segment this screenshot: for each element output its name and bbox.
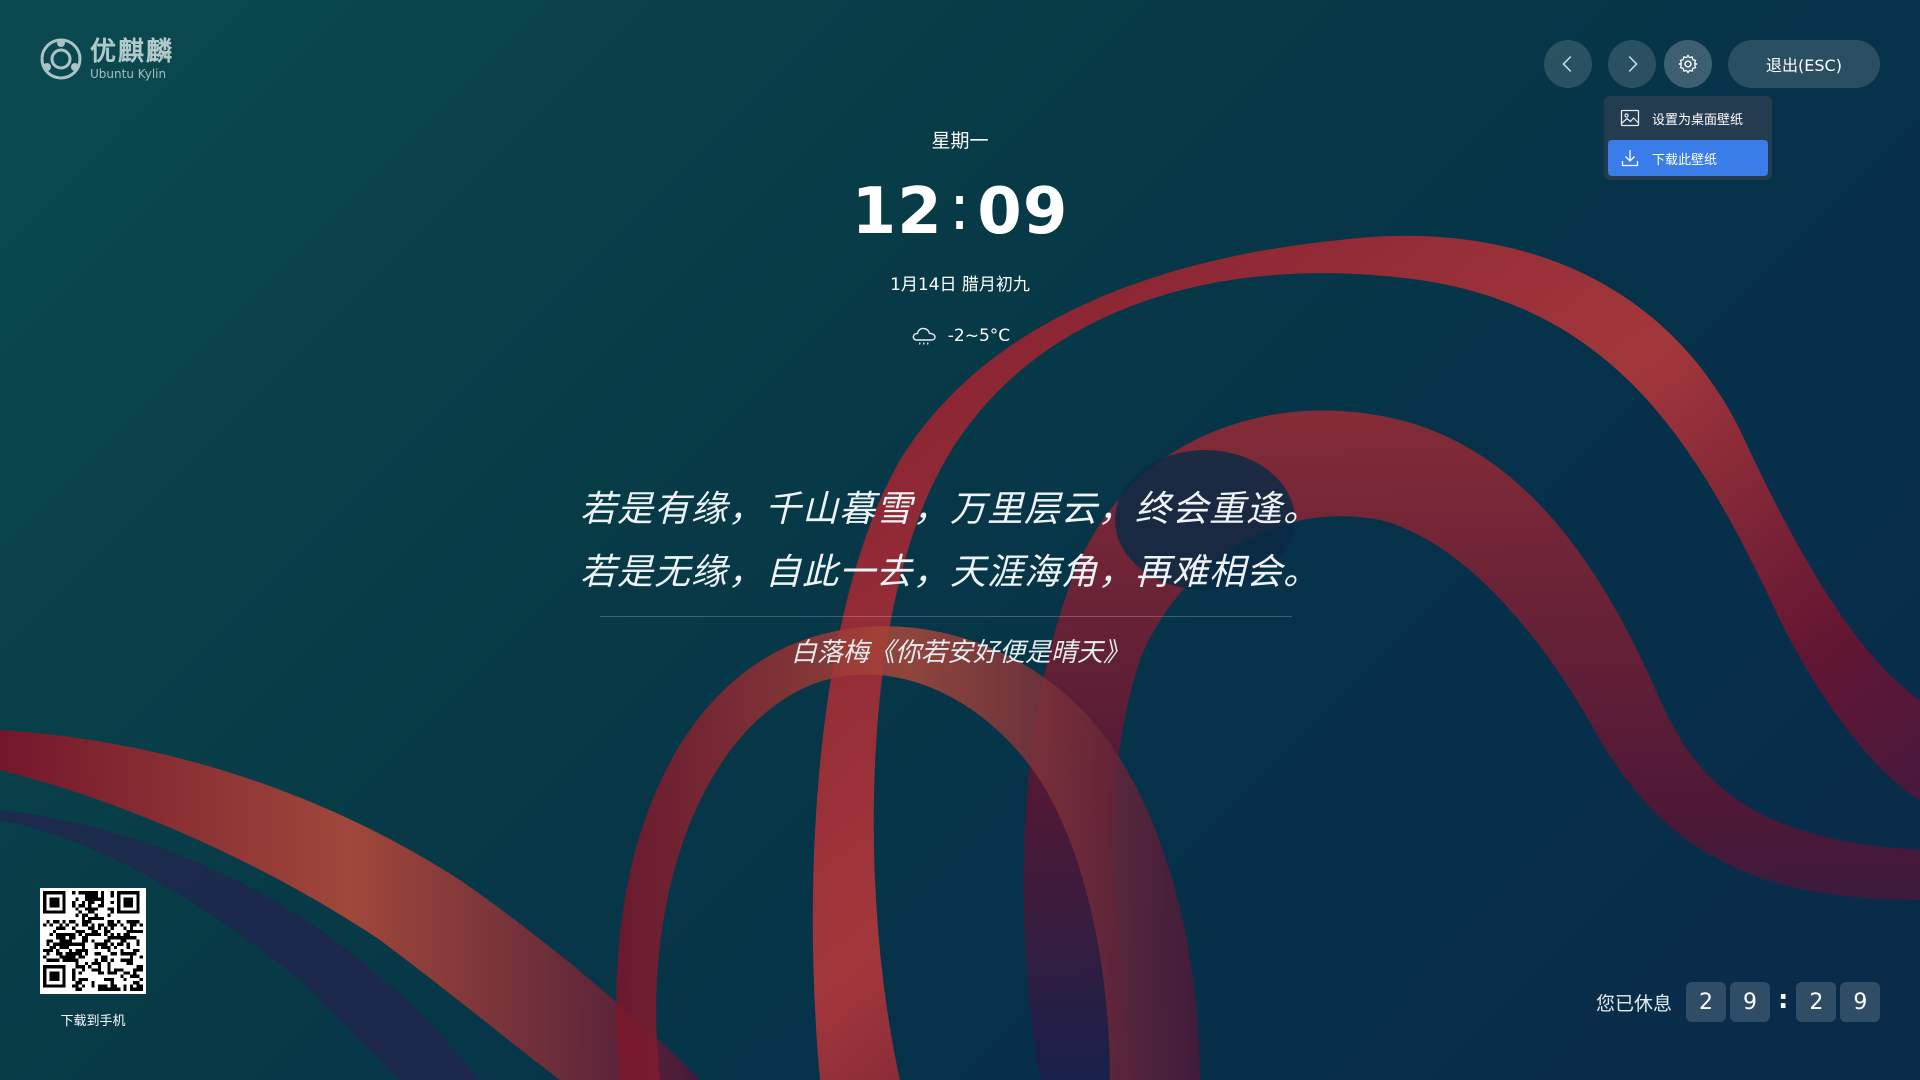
qr-code <box>40 888 146 994</box>
settings-button[interactable] <box>1664 40 1712 88</box>
chevron-right-icon <box>1628 56 1638 72</box>
ubuntu-kylin-logo: 优麒麟 Ubuntu Kylin <box>40 38 174 80</box>
next-wallpaper-button[interactable] <box>1608 40 1656 88</box>
logo-name-cn: 优麒麟 <box>90 36 175 67</box>
chevron-left-icon <box>1562 56 1572 72</box>
rest-timer-separator: : <box>1778 985 1789 1015</box>
qr-download: 下载到手机 <box>40 888 146 1029</box>
rest-digit: 2 <box>1796 982 1837 1022</box>
cloud-icon <box>912 327 936 345</box>
qr-label: 下载到手机 <box>60 1014 126 1029</box>
quote-line-2: 若是无缘，自此一去，天涯海角，再难相会。 <box>579 552 1320 593</box>
menu-item-label: 设置为桌面壁纸 <box>1652 112 1744 128</box>
rest-digit: 9 <box>1840 982 1881 1022</box>
gear-icon <box>1678 54 1698 74</box>
exit-button[interactable]: 退出(ESC) <box>1728 40 1880 88</box>
quote-line-1: 若是有缘，千山暮雪，万里层云，终会重逢。 <box>579 489 1320 530</box>
clock-hours: 12 <box>851 175 943 249</box>
lock-screen: 优麒麟 Ubuntu Kylin 退出(ESC) 设置为桌面壁纸 下载此壁纸 星… <box>0 0 1920 1080</box>
rest-digit: 2 <box>1686 982 1727 1022</box>
date-lunar: 1月14日 腊月初九 <box>890 275 1030 295</box>
quote-source: 白落梅《你若安好便是晴天》 <box>790 638 1129 668</box>
weekday: 星期一 <box>931 130 989 152</box>
rest-timer: 您已休息 2 9 : 2 9 <box>1596 982 1884 1022</box>
logo-name-en: Ubuntu Kylin <box>90 66 167 81</box>
clock-minutes: 09 <box>977 175 1069 249</box>
clock-time: 12:09 <box>0 171 1920 252</box>
image-icon <box>1620 109 1640 127</box>
temperature: -2~5°C <box>947 326 1011 346</box>
kylin-logo-icon <box>40 38 82 80</box>
weather: -2~5°C <box>0 324 1920 348</box>
quote-divider <box>600 616 1292 617</box>
clock-separator: : <box>948 171 972 245</box>
previous-wallpaper-button[interactable] <box>1544 40 1592 88</box>
rest-digit: 9 <box>1730 982 1771 1022</box>
rest-timer-label: 您已休息 <box>1596 992 1673 1015</box>
